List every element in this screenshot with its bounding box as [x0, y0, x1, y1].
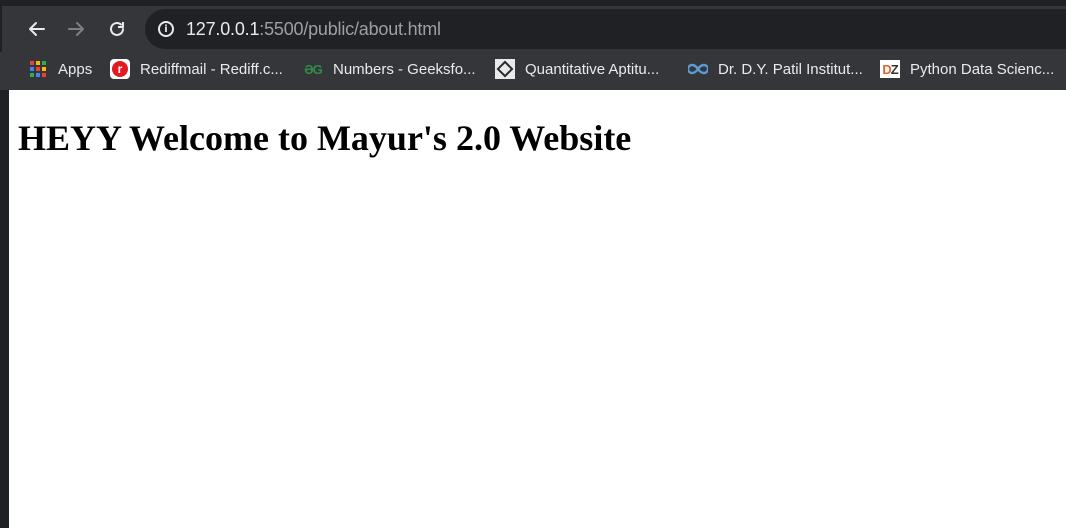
bookmark-dy-patil[interactable]: Dr. D.Y. Patil Institut...	[688, 55, 863, 83]
page-content: HEYY Welcome to Mayur's 2.0 Website	[9, 90, 1066, 528]
bookmark-rediffmail[interactable]: r Rediffmail - Rediff.c...	[110, 55, 283, 83]
geeksforgeeks-icon: ƏG	[304, 61, 323, 77]
arrow-left-icon	[27, 19, 47, 39]
forward-button[interactable]	[61, 14, 91, 44]
arrow-right-icon	[66, 19, 86, 39]
toolbar-edge	[0, 6, 2, 52]
bookmark-apps[interactable]: Apps	[28, 55, 92, 83]
dzone-icon: DZ	[880, 59, 900, 79]
bookmarks-bar: Apps r Rediffmail - Rediff.c... ƏG Numbe…	[0, 52, 1066, 90]
bookmark-quantitative-aptitude[interactable]: Quantitative Aptitu...	[495, 55, 659, 83]
info-icon[interactable]: i	[158, 21, 174, 37]
back-button[interactable]	[22, 14, 52, 44]
bookmark-python-data-science[interactable]: DZ Python Data Scienc...	[880, 55, 1054, 83]
bookmark-label: Apps	[58, 60, 93, 78]
reload-button[interactable]	[102, 14, 132, 44]
bookmark-label: Rediffmail - Rediff.c...	[140, 60, 283, 78]
bookmark-label: Python Data Scienc...	[910, 60, 1055, 78]
url-text[interactable]: 127.0.0.1:5500/public/about.html	[186, 19, 441, 40]
bookmark-label: Quantitative Aptitu...	[525, 60, 660, 78]
apps-grid-icon	[28, 59, 48, 79]
address-bar[interactable]: i 127.0.0.1:5500/public/about.html	[145, 9, 1066, 49]
url-host: 127.0.0.1	[186, 18, 260, 39]
bookmark-label: Numbers - Geeksfo...	[333, 60, 476, 78]
bookmark-geeksforgeeks[interactable]: ƏG Numbers - Geeksfo...	[303, 55, 476, 83]
window-left-edge	[0, 90, 9, 528]
browser-toolbar: i 127.0.0.1:5500/public/about.html	[0, 0, 1066, 52]
rediff-icon: r	[110, 59, 130, 79]
url-path: :5500/public/about.html	[259, 18, 441, 39]
infinity-icon	[688, 59, 708, 79]
reload-icon	[107, 19, 127, 39]
page-heading: HEYY Welcome to Mayur's 2.0 Website	[18, 118, 632, 158]
quant-icon	[495, 59, 515, 79]
bookmark-label: Dr. D.Y. Patil Institut...	[718, 60, 863, 78]
browser-window: i 127.0.0.1:5500/public/about.html Apps …	[0, 0, 1066, 528]
